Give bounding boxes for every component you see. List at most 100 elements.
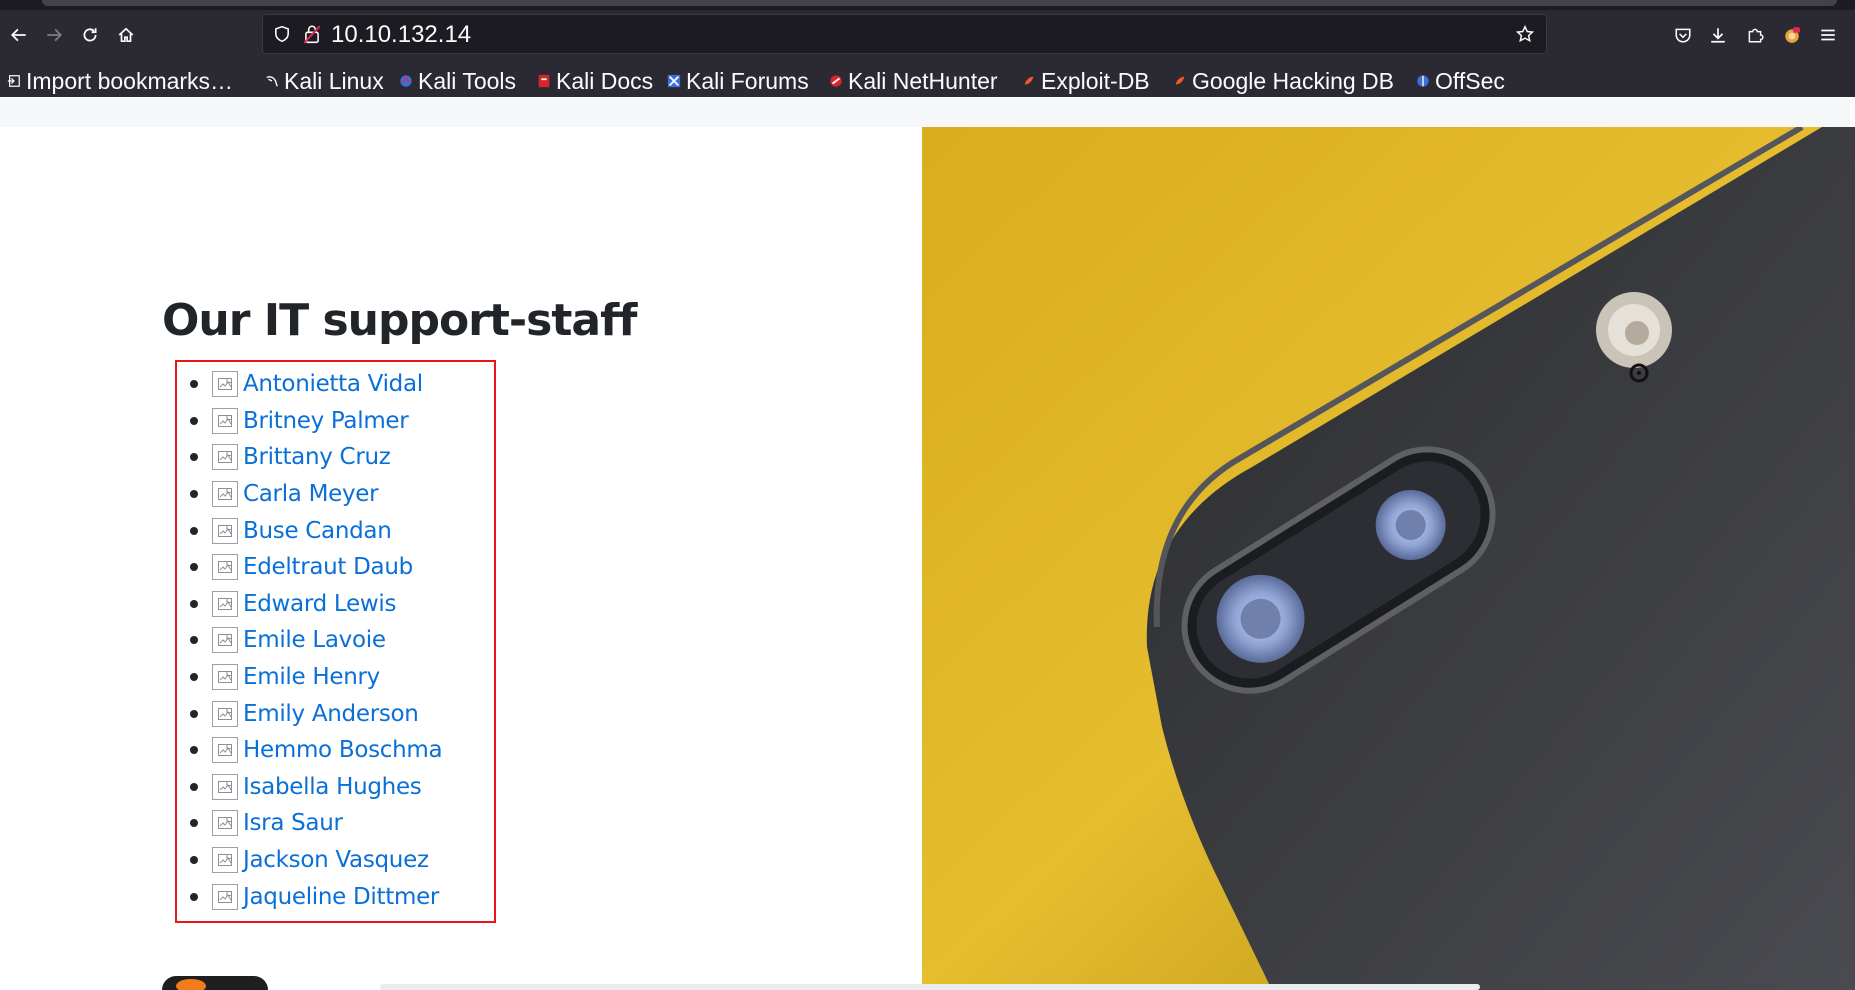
staff-link[interactable]: Brittany Cruz [243, 444, 391, 470]
insecure-lock-icon[interactable] [303, 24, 321, 44]
app-menu-button[interactable] [1811, 18, 1845, 52]
bookmark-offsec[interactable]: OffSec [1416, 65, 1505, 97]
bookmark-star-icon[interactable] [1516, 25, 1534, 43]
forward-button[interactable] [37, 18, 71, 52]
list-bullet [190, 490, 198, 499]
reload-button[interactable] [73, 18, 107, 52]
account-button[interactable] [1775, 18, 1809, 52]
reload-icon [83, 28, 97, 42]
bookmark-label: Kali Forums [686, 67, 809, 94]
footer-logo [162, 976, 268, 990]
staff-list-item: Antonietta Vidal [188, 366, 442, 403]
home-button[interactable] [109, 18, 143, 52]
kali-docs-icon [538, 74, 550, 88]
staff-list-item: Carla Meyer [188, 476, 442, 513]
page-header-strip [0, 97, 1850, 127]
staff-link[interactable]: Isabella Hughes [243, 774, 422, 800]
broken-image-icon[interactable] [212, 554, 238, 581]
broken-image-icon[interactable] [212, 700, 238, 727]
staff-list-item: Emile Lavoie [188, 622, 442, 659]
bookmark-kali-forums[interactable]: Kali Forums [667, 65, 809, 97]
staff-link[interactable]: Emily Anderson [243, 701, 419, 727]
bookmark-import[interactable]: Import bookmarks… [7, 65, 233, 97]
bookmark-exploit-db[interactable]: Exploit-DB [1022, 65, 1150, 97]
url-bar[interactable]: 10.10.132.14 [262, 14, 1547, 54]
extensions-button[interactable] [1738, 18, 1772, 52]
bookmark-label: Kali Tools [418, 67, 517, 94]
staff-link[interactable]: Isra Saur [243, 810, 343, 836]
staff-list-item: Buse Candan [188, 512, 442, 549]
kali-forums-icon [667, 74, 681, 88]
list-bullet [190, 709, 198, 718]
active-tab[interactable] [42, 0, 1837, 6]
staff-link[interactable]: Emile Henry [243, 664, 380, 690]
broken-image-icon[interactable] [212, 590, 238, 617]
staff-link[interactable]: Jaqueline Dittmer [243, 884, 439, 910]
broken-image-icon[interactable] [212, 883, 238, 910]
ghdb-icon [1175, 76, 1185, 85]
staff-link[interactable]: Emile Lavoie [243, 627, 386, 653]
list-bullet [190, 526, 198, 535]
bookmark-kali-nethunter[interactable]: Kali NetHunter [829, 65, 998, 97]
url-text[interactable]: 10.10.132.14 [331, 21, 471, 49]
list-bullet [190, 380, 198, 389]
list-bullet [190, 453, 198, 462]
bookmark-label: Exploit-DB [1041, 67, 1150, 94]
exploit-db-icon [1024, 76, 1034, 85]
broken-image-icon[interactable] [212, 407, 238, 434]
staff-link[interactable]: Britney Palmer [243, 408, 409, 434]
fox-avatar-icon [1785, 27, 1800, 43]
hamburger-menu-icon [1821, 29, 1835, 41]
bookmark-google-hacking-db[interactable]: Google Hacking DB [1173, 65, 1394, 97]
broken-image-icon[interactable] [212, 517, 238, 544]
staff-list-item: Isra Saur [188, 805, 442, 842]
staff-link[interactable]: Buse Candan [243, 518, 392, 544]
shield-icon[interactable] [273, 25, 291, 43]
broken-image-icon[interactable] [212, 810, 238, 837]
staff-list-item: Hemmo Boschma [188, 732, 443, 769]
broken-image-icon[interactable] [212, 444, 238, 471]
hero-phone-photo [922, 127, 1855, 990]
list-bullet [190, 746, 198, 755]
bookmark-kali-linux[interactable]: Kali Linux [265, 65, 384, 97]
bookmark-label: Import bookmarks… [26, 67, 234, 94]
list-bullet [190, 782, 198, 791]
bookmark-kali-tools[interactable]: Kali Tools [399, 65, 516, 97]
staff-link[interactable]: Hemmo Boschma [243, 737, 443, 763]
broken-image-icon[interactable] [212, 847, 238, 874]
staff-link[interactable]: Edward Lewis [243, 591, 396, 617]
staff-list-item: Jaqueline Dittmer [188, 878, 442, 915]
footer-bar [380, 984, 1480, 990]
pocket-button[interactable] [1666, 18, 1700, 52]
kali-tools-icon [400, 75, 412, 87]
staff-list-item: Brittany Cruz [188, 439, 442, 476]
bookmark-label: Kali Linux [284, 67, 384, 94]
staff-link[interactable]: Antonietta Vidal [243, 371, 423, 397]
downloads-button[interactable] [1701, 18, 1735, 52]
offsec-icon [1417, 75, 1429, 87]
broken-image-icon[interactable] [212, 371, 238, 398]
back-button[interactable] [2, 18, 36, 52]
staff-list-item: Isabella Hughes [188, 769, 442, 806]
list-bullet [190, 599, 198, 608]
broken-image-icon[interactable] [212, 664, 238, 691]
staff-link[interactable]: Edeltraut Daub [243, 554, 413, 580]
bookmark-kali-docs[interactable]: Kali Docs [537, 65, 653, 97]
bookmark-label: Google Hacking DB [1192, 67, 1394, 94]
arrow-right-icon [47, 28, 63, 42]
broken-image-icon[interactable] [212, 627, 238, 654]
phone-camera-image [922, 127, 1855, 990]
kali-dragon-icon [266, 76, 278, 87]
list-bullet [190, 636, 198, 645]
staff-list: Antonietta Vidal Britney Palmer Brittany C… [188, 366, 443, 915]
broken-image-icon[interactable] [212, 737, 238, 764]
staff-link[interactable]: Jackson Vasquez [243, 847, 429, 873]
broken-image-icon[interactable] [212, 481, 238, 508]
staff-link[interactable]: Carla Meyer [243, 481, 379, 507]
arrow-left-icon [10, 28, 26, 42]
broken-image-icon[interactable] [212, 773, 238, 800]
list-bullet [190, 416, 198, 425]
staff-list-item: Britney Palmer [188, 403, 442, 440]
import-icon [7, 75, 20, 87]
list-bullet [190, 563, 198, 572]
